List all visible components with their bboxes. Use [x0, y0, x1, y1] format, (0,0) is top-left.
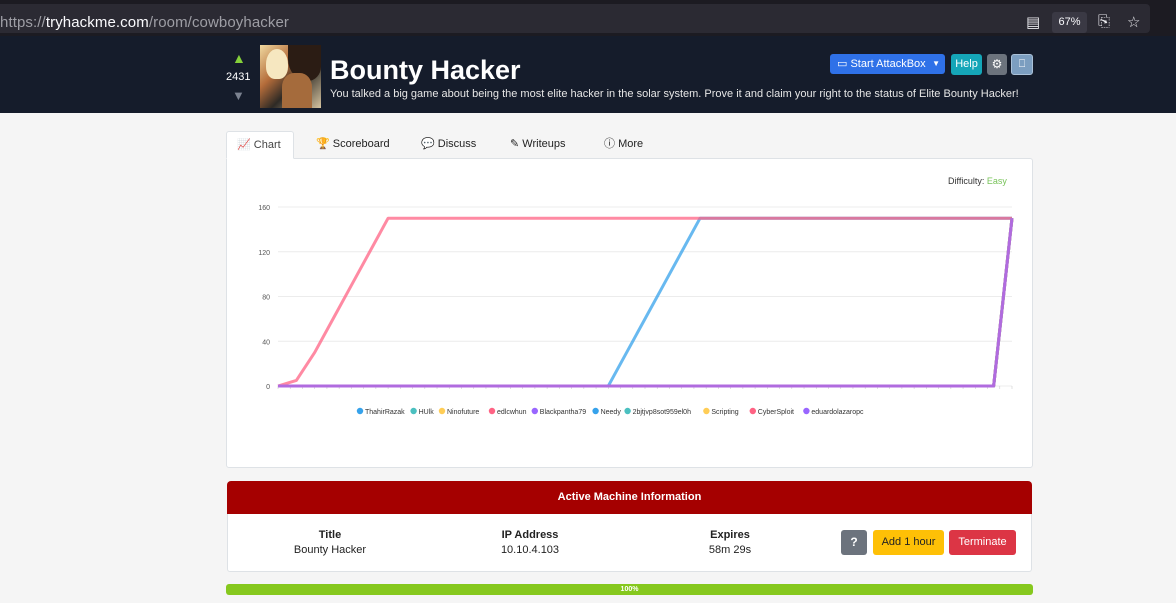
legend-marker — [356, 407, 364, 415]
legend-label: CyberSploit — [758, 409, 794, 416]
machine-title-col: Title Bounty Hacker — [250, 529, 410, 556]
legend-label: HUlk — [419, 409, 435, 416]
y-tick-label: 80 — [262, 295, 270, 302]
legend-marker — [703, 407, 710, 415]
thumbs-down-icon[interactable]: ▼ — [232, 88, 245, 103]
bookmark-icon[interactable]: ⎕ — [1011, 54, 1033, 75]
tab-discuss[interactable]: 💬 Discuss — [421, 131, 476, 159]
caret-down-icon: ▼ — [932, 59, 940, 68]
browser-toolbar: https://tryhackme.com/room/cowboyhacker … — [0, 0, 1176, 36]
series-line — [278, 218, 1014, 388]
comments-icon: 💬 — [421, 138, 438, 150]
series-line — [278, 218, 1014, 388]
legend-label: Scripting — [711, 409, 738, 416]
legend-label: Ninofuture — [447, 409, 479, 416]
legend-marker — [592, 407, 599, 415]
series-line — [277, 216, 1012, 388]
tab-scoreboard[interactable]: 🏆 Scoreboard — [316, 131, 390, 159]
legend-marker — [624, 407, 631, 415]
zoom-level[interactable]: 67% — [1052, 12, 1087, 33]
thumbs-up-icon[interactable]: ▲ — [232, 50, 246, 66]
url-text[interactable]: https://tryhackme.com/room/cowboyhacker — [0, 14, 289, 31]
machine-ip-col: IP Address 10.10.4.103 — [450, 529, 610, 556]
room-avatar — [260, 45, 321, 108]
progress-line-chart: 0 40 80 120 160 ThahirRazak HUlk Ninofuture edlc… — [258, 205, 1014, 416]
series-line — [278, 218, 1014, 388]
info-icon: ⓘ — [604, 138, 619, 150]
start-attackbox-button[interactable]: ▭ Start AttackBox ▼ — [830, 54, 945, 74]
legend-label: ThahirRazak — [365, 409, 405, 416]
vote-count: 2431 — [226, 71, 251, 83]
active-machine-header: Active Machine Information — [227, 481, 1032, 514]
legend-marker — [803, 407, 810, 415]
terminate-button[interactable]: Terminate — [949, 530, 1016, 555]
pen-icon: ✎ — [510, 138, 523, 150]
series-line — [278, 218, 1014, 388]
add-hour-button[interactable]: Add 1 hour — [873, 530, 944, 555]
y-tick-label: 0 — [266, 384, 270, 391]
legend-label: Blackpantha79 — [540, 409, 586, 416]
y-tick-label: 120 — [258, 250, 270, 257]
room-progress-fill: 100% — [226, 584, 1033, 595]
address-bar[interactable]: https://tryhackme.com/room/cowboyhacker … — [0, 4, 1150, 33]
legend-label: eduardolazaropc — [811, 409, 864, 416]
tab-chart[interactable]: 📈 Chart — [226, 131, 294, 159]
legend-marker — [410, 407, 417, 415]
machine-help-button[interactable]: ? — [841, 530, 867, 555]
series-line — [278, 218, 1014, 388]
difficulty-value: Easy — [986, 176, 1007, 186]
series-line — [278, 218, 1014, 388]
legend-marker — [531, 407, 538, 415]
translate-icon[interactable]: ⎘ — [1098, 13, 1110, 30]
legend-label: 2bjtjvp8sot959el0h — [633, 409, 691, 416]
room-description: You talked a big game about being the mo… — [330, 88, 1019, 100]
room-title: Bounty Hacker — [330, 55, 521, 85]
difficulty-label: Difficulty: Easy — [948, 176, 1007, 186]
machine-expires-value: 58m 29s — [708, 544, 752, 556]
chart-icon: 📈 — [237, 139, 254, 151]
legend-label: edlcwhun — [497, 409, 527, 416]
y-tick-label: 160 — [258, 205, 270, 212]
help-button[interactable]: Help — [951, 54, 982, 75]
machine-title-value: Bounty Hacker — [293, 544, 367, 556]
series-line — [278, 218, 1014, 388]
machine-expires-col: Expires 58m 29s — [650, 529, 810, 556]
gear-icon[interactable]: ⚙ — [987, 54, 1007, 75]
series-line — [278, 218, 1014, 388]
reader-view-icon[interactable]: ▤ — [1026, 13, 1040, 31]
series-line — [278, 216, 1012, 388]
laptop-icon: ▭ — [837, 58, 851, 70]
tab-more[interactable]: ⓘ More — [604, 131, 643, 159]
trophy-icon: 🏆 — [316, 138, 333, 150]
tab-writeups[interactable]: ✎ Writeups — [510, 131, 565, 159]
y-tick-label: 40 — [262, 339, 270, 346]
bookmark-star-icon[interactable]: ☆ — [1127, 13, 1140, 31]
legend-marker — [438, 407, 446, 415]
legend-label: Needy — [601, 409, 622, 416]
room-progress-bar: 100% — [226, 584, 1033, 595]
legend-marker — [488, 407, 496, 415]
machine-ip-value: 10.10.4.103 — [500, 544, 560, 556]
legend-marker — [749, 407, 756, 415]
